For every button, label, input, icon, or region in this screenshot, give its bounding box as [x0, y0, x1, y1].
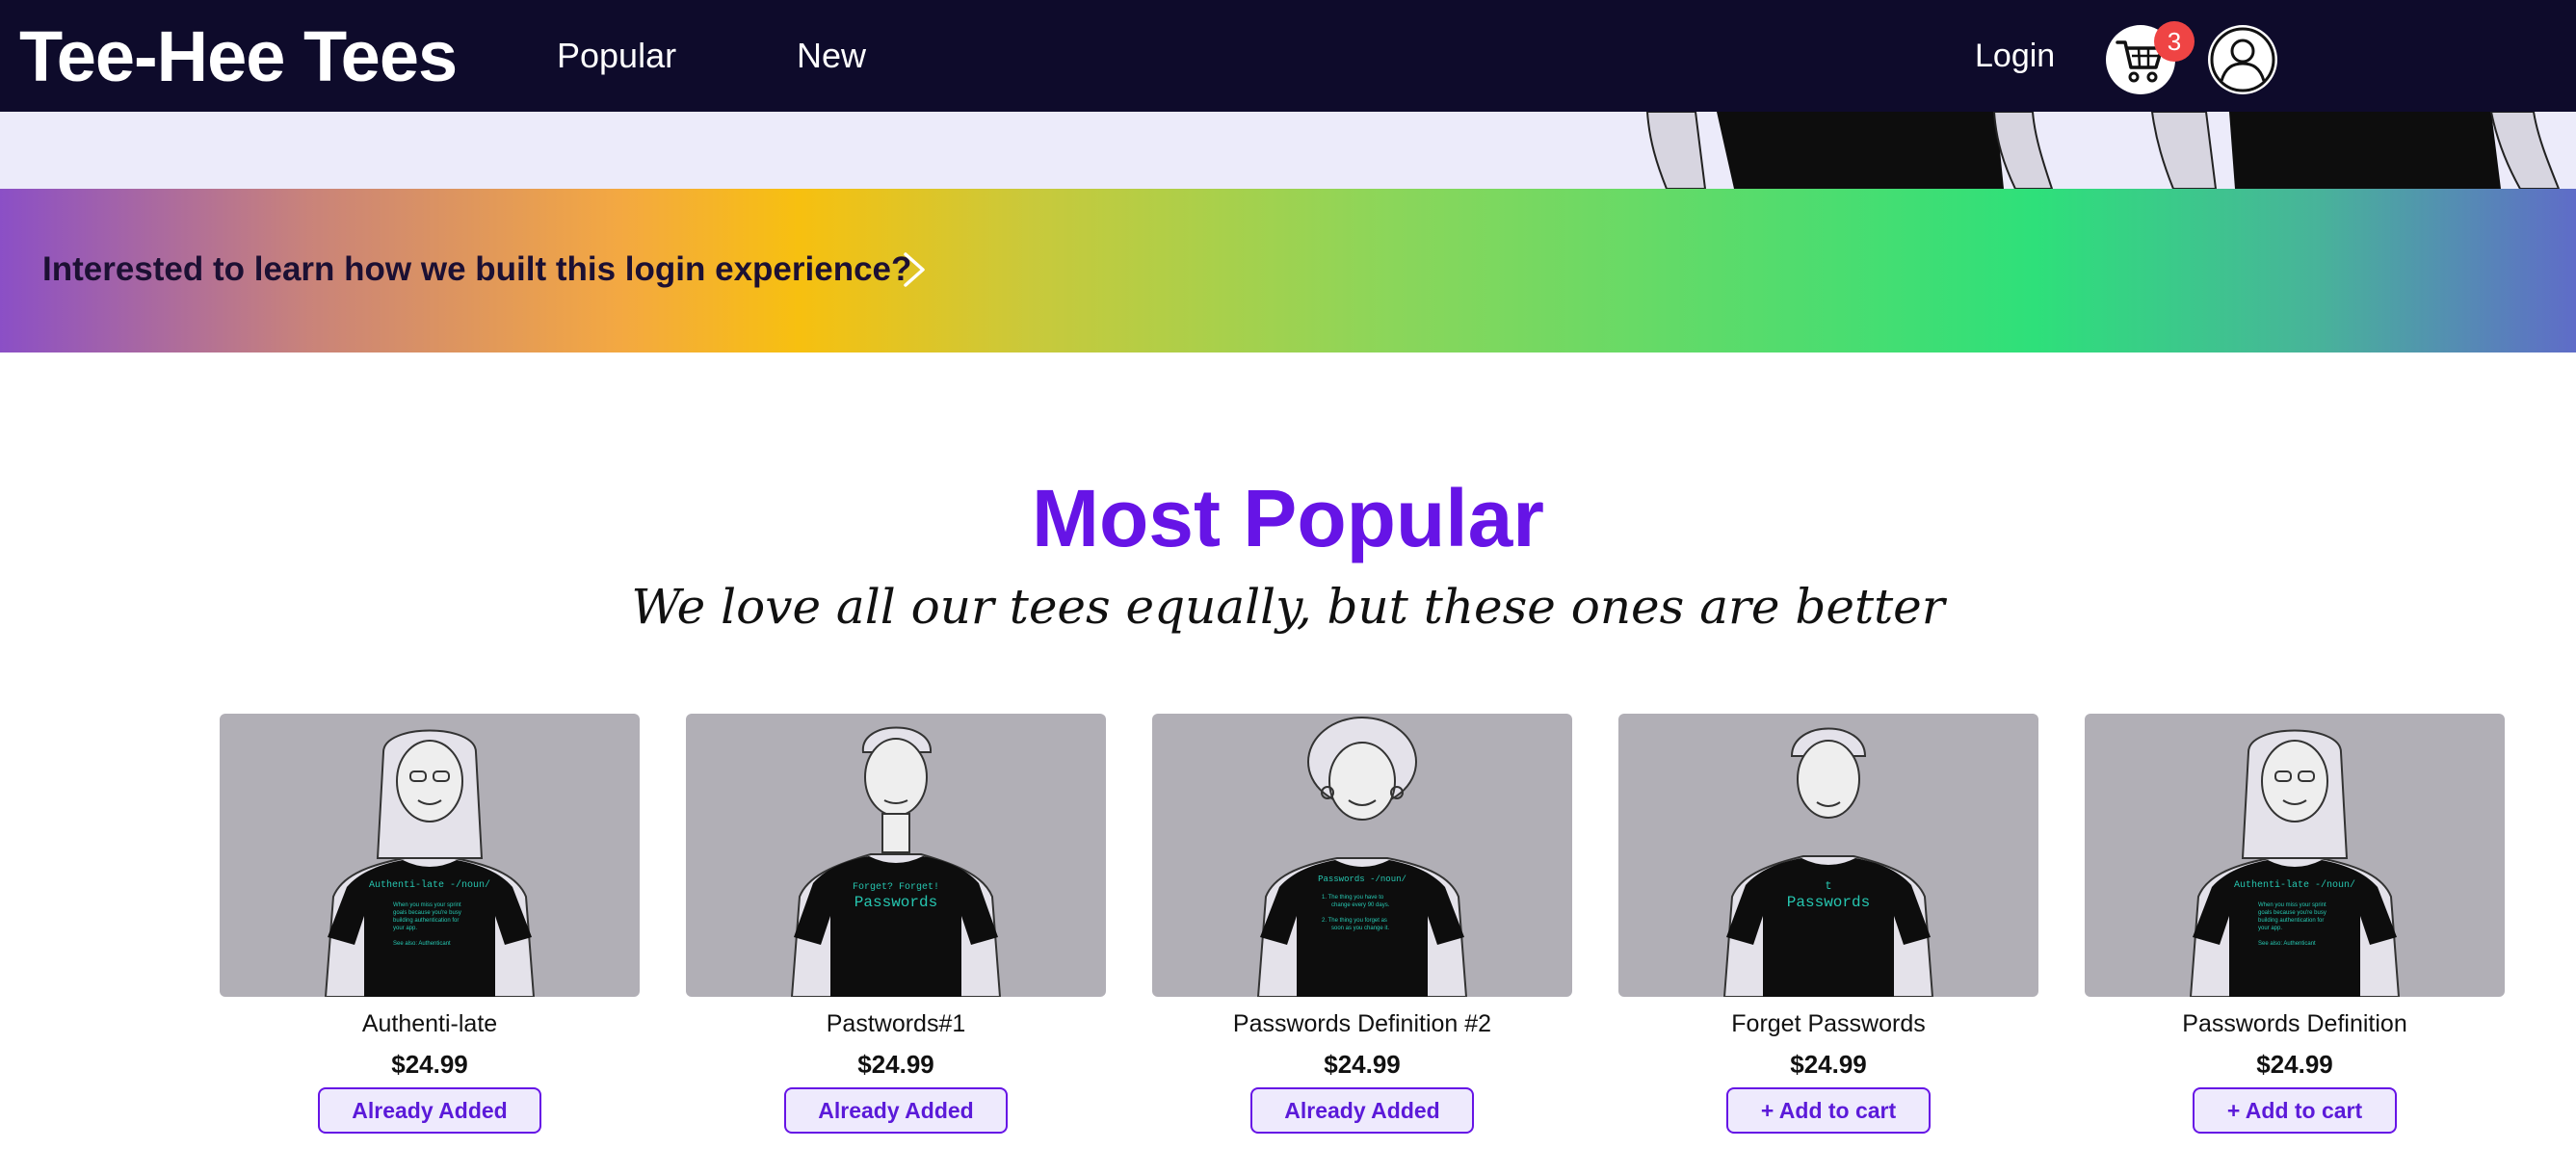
svg-text:goals because you're busy: goals because you're busy	[393, 910, 461, 916]
nav-new-link[interactable]: New	[797, 29, 866, 83]
svg-text:When you miss your sprint: When you miss your sprint	[2258, 902, 2326, 908]
product-name: Passwords Definition	[2182, 1010, 2407, 1037]
tshirt-model-image: Passwords -/noun/ 1. The thing you have …	[1256, 717, 1468, 997]
svg-text:Passwords: Passwords	[854, 894, 937, 911]
product-price: $24.99	[1790, 1050, 1867, 1079]
svg-text:2. The thing you forget as: 2. The thing you forget as	[1322, 918, 1387, 924]
svg-text:Forget? Forget!: Forget? Forget!	[853, 882, 939, 893]
cart-count-badge: 3	[2154, 21, 2195, 62]
svg-text:soon as you change it.: soon as you change it.	[1331, 926, 1389, 931]
product-image[interactable]: Authenti-late -/noun/ When you miss your…	[2085, 714, 2505, 997]
product-price: $24.99	[857, 1050, 934, 1079]
banner-text: Interested to learn how we built this lo…	[42, 250, 912, 288]
model-illustration	[2150, 112, 2561, 189]
section-title: Most Popular	[1031, 473, 1544, 563]
learn-more-banner[interactable]: Interested to learn how we built this lo…	[0, 189, 2576, 352]
svg-text:building authentication for: building authentication for	[393, 918, 459, 924]
product-price: $24.99	[2256, 1050, 2333, 1079]
product-image[interactable]: t Passwords	[1618, 714, 2038, 997]
svg-text:See also: Authenticant: See also: Authenticant	[2258, 941, 2316, 947]
already-added-button[interactable]: Already Added	[1250, 1087, 1474, 1134]
svg-text:1. The thing you have to: 1. The thing you have to	[1322, 895, 1384, 901]
site-header: Tee-Hee Tees Popular New Login 3	[0, 0, 2576, 112]
product-card: Passwords -/noun/ 1. The thing you have …	[1152, 714, 1572, 1137]
product-name: Authenti-late	[361, 1010, 498, 1037]
tshirt-model-image: Forget? Forget! Passwords	[790, 726, 1002, 997]
svg-text:goals because you're busy: goals because you're busy	[2258, 910, 2326, 916]
tshirt-model-image: t Passwords	[1722, 727, 1934, 997]
product-name: Passwords Definition #2	[1232, 1010, 1492, 1037]
svg-text:See also: Authenticant: See also: Authenticant	[393, 941, 451, 947]
svg-text:Authenti-late -/noun/: Authenti-late -/noun/	[369, 879, 490, 891]
svg-text:When you miss your sprint: When you miss your sprint	[393, 902, 461, 908]
product-image[interactable]: Forget? Forget! Passwords	[686, 714, 1106, 997]
product-card: Forget? Forget! Passwords Pastwords#1 $2…	[686, 714, 1106, 1137]
add-to-cart-button[interactable]: + Add to cart	[2193, 1087, 2397, 1134]
product-card: Authenti-late -/noun/ When you miss your…	[2085, 714, 2505, 1137]
model-illustration	[1645, 112, 2054, 189]
add-to-cart-button[interactable]: + Add to cart	[1726, 1087, 1931, 1134]
already-added-button[interactable]: Already Added	[784, 1087, 1008, 1134]
product-name: Forget Passwords	[1731, 1010, 1926, 1037]
product-image[interactable]: Passwords -/noun/ 1. The thing you have …	[1152, 714, 1572, 997]
login-link[interactable]: Login	[1975, 29, 2055, 83]
chevron-right-icon	[904, 252, 925, 287]
svg-text:Passwords: Passwords	[1787, 894, 1870, 911]
section-subtitle: We love all our tees equally, but these …	[631, 579, 1945, 635]
product-price: $24.99	[1324, 1050, 1401, 1079]
profile-avatar[interactable]	[2208, 25, 2277, 94]
svg-text:your app.: your app.	[2258, 926, 2282, 931]
already-added-button[interactable]: Already Added	[318, 1087, 541, 1134]
nav-popular-link[interactable]: Popular	[557, 29, 676, 83]
svg-text:your app.: your app.	[393, 926, 417, 931]
svg-text:change every 90 days.: change every 90 days.	[1331, 902, 1390, 908]
product-card: Authenti-late -/noun/ When you miss your…	[220, 714, 640, 1137]
svg-text:t: t	[1825, 879, 1831, 893]
product-price: $24.99	[391, 1050, 468, 1079]
tshirt-model-image: Authenti-late -/noun/ When you miss your…	[2189, 729, 2401, 997]
product-image[interactable]: Authenti-late -/noun/ When you miss your…	[220, 714, 640, 997]
svg-text:Passwords -/noun/: Passwords -/noun/	[1318, 875, 1406, 884]
tshirt-model-image: Authenti-late -/noun/ When you miss your…	[324, 729, 536, 997]
hero-image-strip	[0, 112, 2576, 189]
product-card: t Passwords Forget Passwords $24.99 + Ad…	[1618, 714, 2038, 1137]
svg-text:building authentication for: building authentication for	[2258, 918, 2324, 924]
svg-text:Authenti-late -/noun/: Authenti-late -/noun/	[2234, 879, 2355, 891]
site-logo[interactable]: Tee-Hee Tees	[19, 13, 458, 100]
product-name: Pastwords#1	[826, 1010, 966, 1037]
user-icon	[2210, 27, 2275, 92]
